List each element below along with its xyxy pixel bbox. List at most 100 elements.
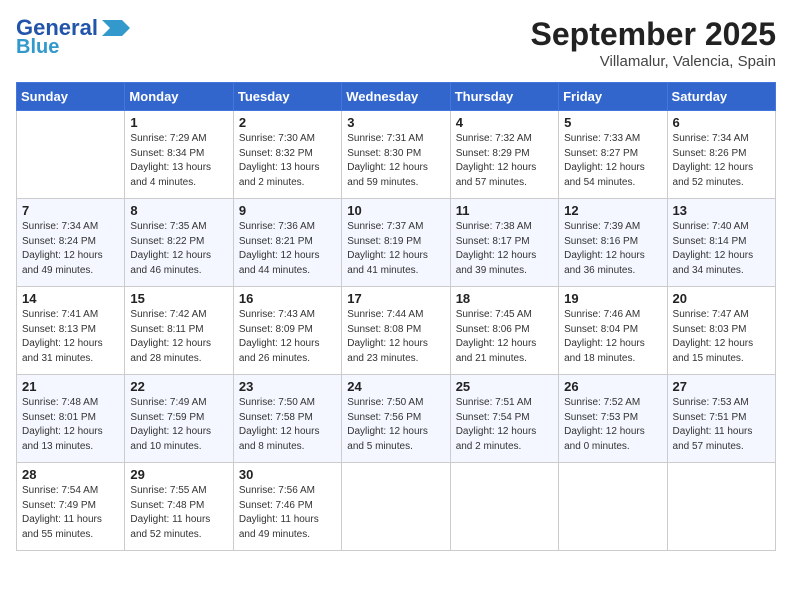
weekday-header: Tuesday <box>233 83 341 111</box>
day-info: Sunrise: 7:32 AM Sunset: 8:29 PM Dayligh… <box>456 132 553 190</box>
day-info: Sunrise: 7:56 AM Sunset: 7:46 PM Dayligh… <box>239 484 336 542</box>
calendar-cell: 16 Sunrise: 7:43 AM Sunset: 8:09 PM Dayli… <box>233 287 341 375</box>
day-number: 20 <box>673 291 770 306</box>
calendar-cell: 8Sunrise: 7:35 AM Sunset: 8:22 PM Daylig… <box>125 199 233 287</box>
calendar-cell: 12 Sunrise: 7:39 AM Sunset: 8:16 PM Dayli… <box>559 199 667 287</box>
calendar-cell: 27 Sunrise: 7:53 AM Sunset: 7:51 PM Dayli… <box>667 375 775 463</box>
calendar-cell: 7Sunrise: 7:34 AM Sunset: 8:24 PM Daylig… <box>17 199 125 287</box>
day-number: 4 <box>456 115 553 130</box>
day-number: 11 <box>456 203 553 218</box>
calendar-cell <box>342 463 450 551</box>
day-info: Sunrise: 7:41 AM Sunset: 8:13 PM Dayligh… <box>22 308 119 366</box>
day-number: 10 <box>347 203 444 218</box>
calendar-cell: 21Sunrise: 7:48 AM Sunset: 8:01 PM Dayli… <box>17 375 125 463</box>
calendar-cell: 3 Sunrise: 7:31 AM Sunset: 8:30 PM Daylig… <box>342 111 450 199</box>
month-title: September 2025 <box>531 16 776 53</box>
day-info: Sunrise: 7:31 AM Sunset: 8:30 PM Dayligh… <box>347 132 444 190</box>
day-number: 3 <box>347 115 444 130</box>
day-info: Sunrise: 7:44 AM Sunset: 8:08 PM Dayligh… <box>347 308 444 366</box>
day-number: 24 <box>347 379 444 394</box>
day-info: Sunrise: 7:34 AM Sunset: 8:24 PM Dayligh… <box>22 220 119 278</box>
day-number: 14 <box>22 291 119 306</box>
day-number: 21 <box>22 379 119 394</box>
day-info: Sunrise: 7:38 AM Sunset: 8:17 PM Dayligh… <box>456 220 553 278</box>
weekday-header: Wednesday <box>342 83 450 111</box>
calendar-week-row: 7Sunrise: 7:34 AM Sunset: 8:24 PM Daylig… <box>17 199 776 287</box>
day-info: Sunrise: 7:51 AM Sunset: 7:54 PM Dayligh… <box>456 396 553 454</box>
calendar-cell: 23 Sunrise: 7:50 AM Sunset: 7:58 PM Dayli… <box>233 375 341 463</box>
calendar-cell: 26 Sunrise: 7:52 AM Sunset: 7:53 PM Dayli… <box>559 375 667 463</box>
day-number: 28 <box>22 467 119 482</box>
day-info: Sunrise: 7:43 AM Sunset: 8:09 PM Dayligh… <box>239 308 336 366</box>
day-info: Sunrise: 7:54 AM Sunset: 7:49 PM Dayligh… <box>22 484 119 542</box>
calendar-cell <box>17 111 125 199</box>
calendar-cell <box>667 463 775 551</box>
day-number: 8 <box>130 203 227 218</box>
day-number: 27 <box>673 379 770 394</box>
calendar-cell: 2 Sunrise: 7:30 AM Sunset: 8:32 PM Daylig… <box>233 111 341 199</box>
calendar-week-row: 28 Sunrise: 7:54 AM Sunset: 7:49 PM Dayli… <box>17 463 776 551</box>
day-number: 6 <box>673 115 770 130</box>
calendar-cell: 28 Sunrise: 7:54 AM Sunset: 7:49 PM Dayli… <box>17 463 125 551</box>
page-header: General Blue September 2025 Villamalur, … <box>16 16 776 70</box>
weekday-header: Saturday <box>667 83 775 111</box>
calendar-week-row: 1 Sunrise: 7:29 AM Sunset: 8:34 PM Daylig… <box>17 111 776 199</box>
calendar-week-row: 21Sunrise: 7:48 AM Sunset: 8:01 PM Dayli… <box>17 375 776 463</box>
day-info: Sunrise: 7:55 AM Sunset: 7:48 PM Dayligh… <box>130 484 227 542</box>
weekday-header-row: SundayMondayTuesdayWednesdayThursdayFrid… <box>17 83 776 111</box>
calendar-cell: 17 Sunrise: 7:44 AM Sunset: 8:08 PM Dayli… <box>342 287 450 375</box>
day-info: Sunrise: 7:37 AM Sunset: 8:19 PM Dayligh… <box>347 220 444 278</box>
calendar-cell: 11 Sunrise: 7:38 AM Sunset: 8:17 PM Dayli… <box>450 199 558 287</box>
weekday-header: Sunday <box>17 83 125 111</box>
day-number: 12 <box>564 203 661 218</box>
day-number: 22 <box>130 379 227 394</box>
calendar-cell: 20 Sunrise: 7:47 AM Sunset: 8:03 PM Dayli… <box>667 287 775 375</box>
day-number: 29 <box>130 467 227 482</box>
day-number: 19 <box>564 291 661 306</box>
calendar-cell: 19Sunrise: 7:46 AM Sunset: 8:04 PM Dayli… <box>559 287 667 375</box>
logo-icon <box>102 20 130 36</box>
day-number: 17 <box>347 291 444 306</box>
calendar-cell: 14 Sunrise: 7:41 AM Sunset: 8:13 PM Dayli… <box>17 287 125 375</box>
day-number: 25 <box>456 379 553 394</box>
title-block: September 2025 Villamalur, Valencia, Spa… <box>531 16 776 70</box>
calendar-cell: 25 Sunrise: 7:51 AM Sunset: 7:54 PM Dayli… <box>450 375 558 463</box>
calendar-cell: 24 Sunrise: 7:50 AM Sunset: 7:56 PM Dayli… <box>342 375 450 463</box>
calendar-cell: 6 Sunrise: 7:34 AM Sunset: 8:26 PM Daylig… <box>667 111 775 199</box>
calendar-cell <box>450 463 558 551</box>
day-info: Sunrise: 7:52 AM Sunset: 7:53 PM Dayligh… <box>564 396 661 454</box>
day-number: 1 <box>130 115 227 130</box>
calendar-cell: 30 Sunrise: 7:56 AM Sunset: 7:46 PM Dayli… <box>233 463 341 551</box>
calendar-cell: 13 Sunrise: 7:40 AM Sunset: 8:14 PM Dayli… <box>667 199 775 287</box>
calendar-cell: 9 Sunrise: 7:36 AM Sunset: 8:21 PM Daylig… <box>233 199 341 287</box>
calendar-cell: 22 Sunrise: 7:49 AM Sunset: 7:59 PM Dayli… <box>125 375 233 463</box>
day-number: 23 <box>239 379 336 394</box>
calendar-cell: 4 Sunrise: 7:32 AM Sunset: 8:29 PM Daylig… <box>450 111 558 199</box>
day-number: 13 <box>673 203 770 218</box>
day-info: Sunrise: 7:50 AM Sunset: 7:56 PM Dayligh… <box>347 396 444 454</box>
day-number: 30 <box>239 467 336 482</box>
day-number: 2 <box>239 115 336 130</box>
day-info: Sunrise: 7:40 AM Sunset: 8:14 PM Dayligh… <box>673 220 770 278</box>
day-info: Sunrise: 7:30 AM Sunset: 8:32 PM Dayligh… <box>239 132 336 190</box>
day-number: 18 <box>456 291 553 306</box>
calendar-cell: 15Sunrise: 7:42 AM Sunset: 8:11 PM Dayli… <box>125 287 233 375</box>
calendar-week-row: 14 Sunrise: 7:41 AM Sunset: 8:13 PM Dayli… <box>17 287 776 375</box>
weekday-header: Thursday <box>450 83 558 111</box>
day-info: Sunrise: 7:47 AM Sunset: 8:03 PM Dayligh… <box>673 308 770 366</box>
day-info: Sunrise: 7:39 AM Sunset: 8:16 PM Dayligh… <box>564 220 661 278</box>
location: Villamalur, Valencia, Spain <box>531 53 776 70</box>
day-info: Sunrise: 7:29 AM Sunset: 8:34 PM Dayligh… <box>130 132 227 190</box>
day-info: Sunrise: 7:36 AM Sunset: 8:21 PM Dayligh… <box>239 220 336 278</box>
weekday-header: Friday <box>559 83 667 111</box>
day-number: 26 <box>564 379 661 394</box>
day-info: Sunrise: 7:49 AM Sunset: 7:59 PM Dayligh… <box>130 396 227 454</box>
calendar-cell: 29 Sunrise: 7:55 AM Sunset: 7:48 PM Dayli… <box>125 463 233 551</box>
day-number: 16 <box>239 291 336 306</box>
day-info: Sunrise: 7:50 AM Sunset: 7:58 PM Dayligh… <box>239 396 336 454</box>
day-info: Sunrise: 7:34 AM Sunset: 8:26 PM Dayligh… <box>673 132 770 190</box>
day-number: 9 <box>239 203 336 218</box>
calendar-cell: 10 Sunrise: 7:37 AM Sunset: 8:19 PM Dayli… <box>342 199 450 287</box>
day-info: Sunrise: 7:53 AM Sunset: 7:51 PM Dayligh… <box>673 396 770 454</box>
day-number: 15 <box>130 291 227 306</box>
